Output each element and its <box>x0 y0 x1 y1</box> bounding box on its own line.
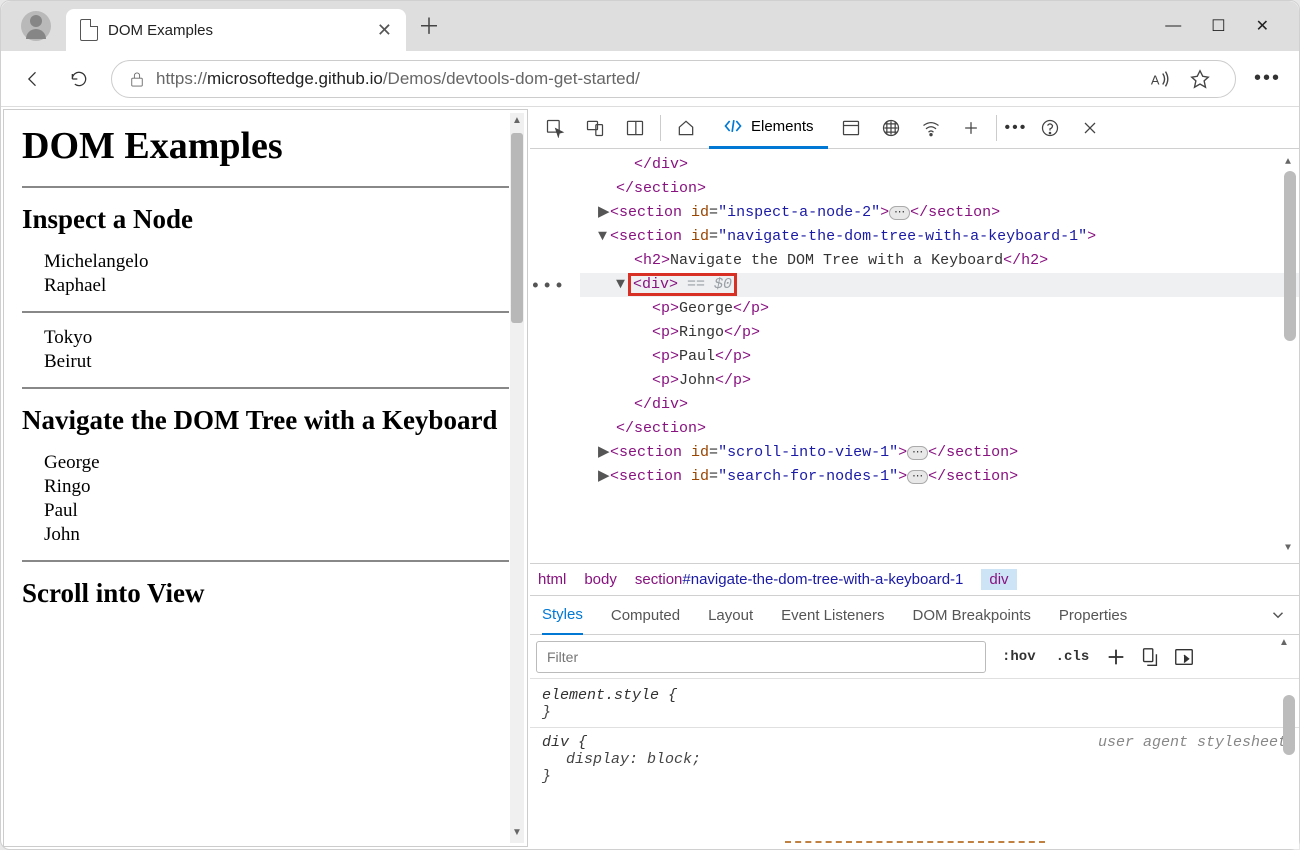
copy-styles-icon[interactable] <box>1139 646 1161 668</box>
address-bar: https://microsoftedge.github.io/Demos/de… <box>1 51 1299 107</box>
favorite-icon[interactable] <box>1189 68 1211 90</box>
page-h1: DOM Examples <box>22 124 509 168</box>
more-tabs-icon[interactable] <box>954 111 988 145</box>
titlebar: DOM Examples ✕ ＋ — ☐ ✕ <box>1 1 1299 51</box>
network-tab-icon[interactable] <box>914 111 948 145</box>
close-window-button[interactable]: ✕ <box>1256 16 1269 36</box>
list-item[interactable]: Michelangelo <box>44 251 509 273</box>
styles-toolbar: :hov .cls ▲ <box>530 635 1299 679</box>
computed-styles-icon[interactable] <box>1173 646 1195 668</box>
section-title-scroll: Scroll into View <box>22 578 509 609</box>
browser-menu-button[interactable]: ••• <box>1254 67 1281 90</box>
brace-close: } <box>542 768 1287 785</box>
page-viewport: DOM Examples Inspect a Node Michelangelo… <box>3 109 528 847</box>
styles-body: element.style { } user agent stylesheet … <box>530 679 1299 849</box>
profile-avatar[interactable] <box>21 11 51 41</box>
properties-tab[interactable]: Properties <box>1059 595 1127 635</box>
page-scrollbar[interactable]: ▲ ▼ <box>510 113 524 843</box>
dom-breakpoints-tab[interactable]: DOM Breakpoints <box>913 595 1031 635</box>
dom-breadcrumbs: html body section#navigate-the-dom-tree-… <box>530 563 1299 595</box>
list-item[interactable]: George <box>44 452 509 474</box>
scrollbar-thumb[interactable] <box>511 133 523 323</box>
elements-tab[interactable]: Elements <box>709 107 828 149</box>
styles-toolbar-scrollbar[interactable]: ▲ <box>1279 635 1293 679</box>
section-title-inspect: Inspect a Node <box>22 204 509 235</box>
computed-tab[interactable]: Computed <box>611 595 680 635</box>
tab-title: DOM Examples <box>108 22 213 39</box>
list-item[interactable]: Beirut <box>44 351 509 373</box>
styles-tabstrip: Styles Computed Layout Event Listeners D… <box>530 595 1299 635</box>
new-tab-button[interactable]: ＋ <box>418 9 440 41</box>
sources-tab-icon[interactable] <box>874 111 908 145</box>
device-emulation-icon[interactable] <box>578 111 612 145</box>
welcome-tab-icon[interactable] <box>669 111 703 145</box>
inspect-list-2: Tokyo Beirut <box>22 327 509 373</box>
ua-stylesheet-label: user agent stylesheet <box>1098 734 1287 751</box>
list-item[interactable]: Tokyo <box>44 327 509 349</box>
brace-close: } <box>542 704 1287 721</box>
refresh-button[interactable] <box>65 65 93 93</box>
layout-tab[interactable]: Layout <box>708 595 753 635</box>
lock-icon <box>130 71 144 87</box>
dock-side-icon[interactable] <box>618 111 652 145</box>
help-icon[interactable] <box>1033 111 1067 145</box>
devtools-panel: Elements ••• </div> </section> ▶<section… <box>530 107 1299 849</box>
close-devtools-button[interactable] <box>1073 111 1107 145</box>
dom-tree[interactable]: </div> </section> ▶<section id="inspect-… <box>530 149 1299 563</box>
scroll-up-icon[interactable]: ▲ <box>510 115 524 129</box>
dom-actions-icon[interactable]: ••• <box>530 275 565 299</box>
url-input[interactable]: https://microsoftedge.github.io/Demos/de… <box>111 60 1236 98</box>
navigate-list: George Ringo Paul John <box>22 452 509 546</box>
back-button[interactable] <box>19 65 47 93</box>
crumb-div[interactable]: div <box>981 569 1016 590</box>
page-favicon <box>80 19 98 41</box>
browser-tab[interactable]: DOM Examples ✕ <box>66 9 406 51</box>
divider <box>22 311 509 313</box>
section-title-navigate: Navigate the DOM Tree with a Keyboard <box>22 405 509 436</box>
divider <box>22 186 509 188</box>
list-item[interactable]: John <box>44 524 509 546</box>
scroll-down-icon[interactable]: ▼ <box>1285 537 1291 561</box>
crumb-html[interactable]: html <box>538 571 566 588</box>
list-item[interactable]: Raphael <box>44 275 509 297</box>
styles-tab[interactable]: Styles <box>542 595 583 635</box>
crumb-section[interactable]: section#navigate-the-dom-tree-with-a-key… <box>635 571 964 588</box>
scrollbar-thumb[interactable] <box>1283 695 1295 755</box>
maximize-button[interactable]: ☐ <box>1211 16 1225 36</box>
elements-tab-label: Elements <box>751 118 814 135</box>
devtools-toolbar: Elements ••• <box>530 107 1299 149</box>
application-tab-icon[interactable] <box>834 111 868 145</box>
dom-selected-node[interactable]: ••• ▼<div> == $0 <box>580 273 1299 297</box>
list-item[interactable]: Paul <box>44 500 509 522</box>
crumb-body[interactable]: body <box>584 571 617 588</box>
svg-text:A: A <box>1151 72 1160 87</box>
inherited-separator <box>785 841 1045 843</box>
styles-scrollbar[interactable] <box>1283 681 1297 850</box>
divider <box>22 560 509 562</box>
dom-scrollbar[interactable]: ▲ ▼ <box>1283 151 1297 561</box>
cls-toggle[interactable]: .cls <box>1052 649 1094 665</box>
chevron-down-icon[interactable] <box>1269 606 1287 624</box>
element-style-selector[interactable]: element.style { <box>542 687 1287 704</box>
scroll-down-icon[interactable]: ▼ <box>510 827 524 841</box>
code-icon <box>723 116 743 136</box>
divider <box>22 387 509 389</box>
inspect-list-1: Michelangelo Raphael <box>22 251 509 297</box>
scrollbar-thumb[interactable] <box>1284 171 1296 341</box>
window-controls: — ☐ ✕ <box>1165 1 1289 51</box>
url-text: https://microsoftedge.github.io/Demos/de… <box>156 69 640 89</box>
read-aloud-icon[interactable]: A <box>1149 68 1171 90</box>
styles-filter-input[interactable] <box>536 641 986 673</box>
minimize-button[interactable]: — <box>1165 17 1181 35</box>
tab-close-button[interactable]: ✕ <box>377 20 392 41</box>
event-listeners-tab[interactable]: Event Listeners <box>781 595 884 635</box>
list-item[interactable]: Ringo <box>44 476 509 498</box>
devtools-menu-button[interactable]: ••• <box>1005 119 1028 137</box>
inspect-element-icon[interactable] <box>538 111 572 145</box>
new-style-rule-icon[interactable] <box>1105 646 1127 668</box>
display-block-prop[interactable]: display: block; <box>542 751 1287 768</box>
hov-toggle[interactable]: :hov <box>998 649 1040 665</box>
